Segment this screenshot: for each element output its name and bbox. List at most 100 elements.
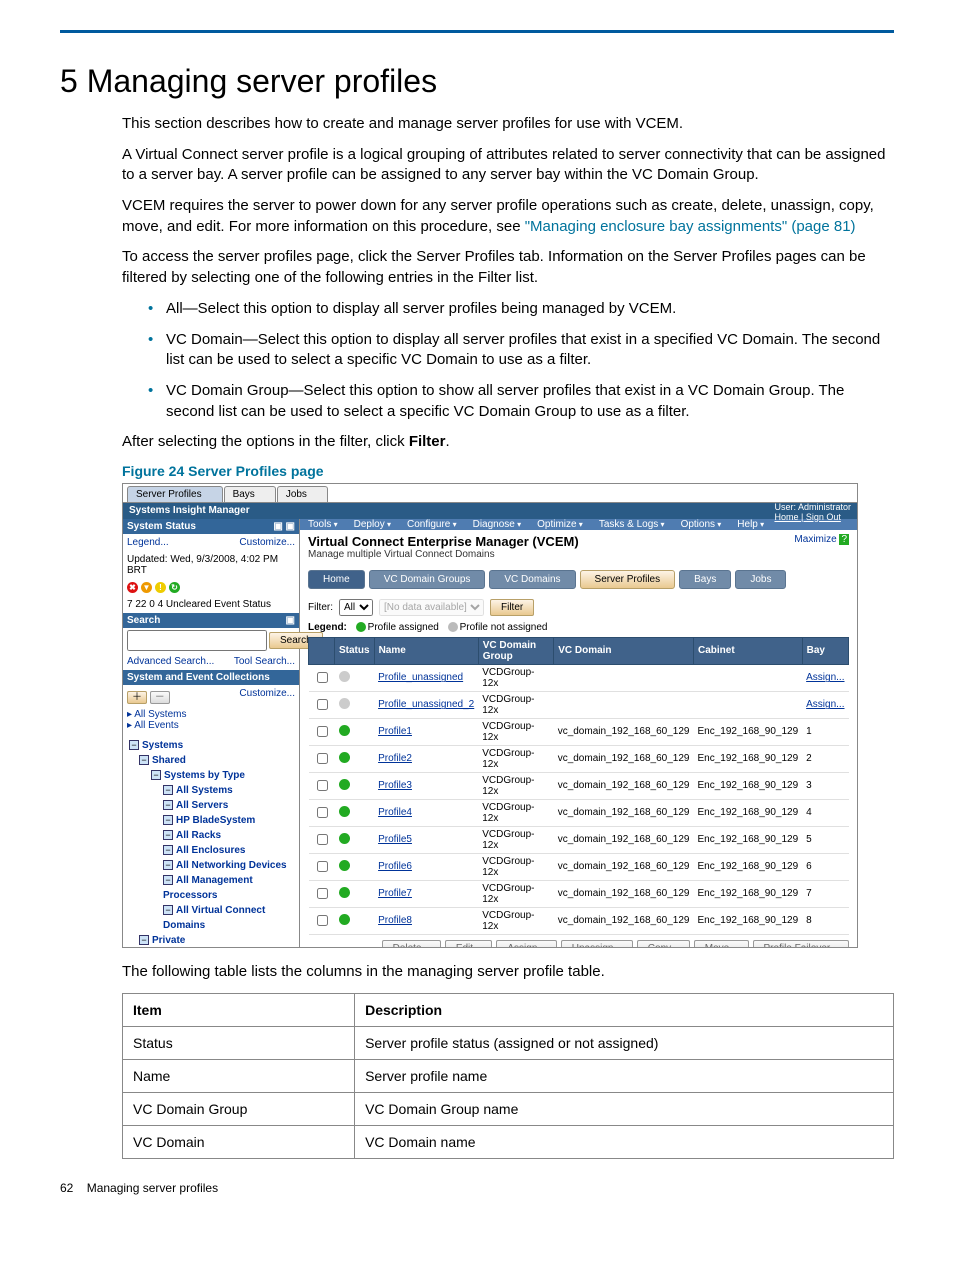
top-tab[interactable]: Bays [224,486,276,502]
filter-sub-select[interactable]: [No data available] [379,599,484,616]
row-checkbox[interactable] [317,807,328,818]
filter-button[interactable]: Filter [490,599,534,616]
grid-col[interactable]: VC Domain Group [478,637,553,664]
cell-bay: 7 [802,880,848,907]
maximize-link[interactable]: Maximize ? [794,534,849,545]
row-checkbox[interactable] [317,888,328,899]
tree-item[interactable]: −All Networking Devices [129,858,293,873]
grid-col[interactable]: VC Domain [554,637,694,664]
row-checkbox[interactable] [317,672,328,683]
status-icon [339,725,350,736]
row-checkbox[interactable] [317,780,328,791]
tree-item[interactable]: −HP BladeSystem [129,813,293,828]
grid-col[interactable]: Bay [802,637,848,664]
tree-item[interactable]: −All Servers [129,798,293,813]
row-checkbox[interactable] [317,726,328,737]
search-title: Search [127,615,160,626]
profile-name-link[interactable]: Profile_unassigned_2 [378,699,474,710]
grid-col[interactable]: Name [374,637,478,664]
tree-item[interactable]: −All Enclosures [129,843,293,858]
legend-link[interactable]: Legend... [127,537,169,548]
menu-item[interactable]: Help [729,519,772,530]
all-events-link[interactable]: ▸ All Events [127,720,179,731]
cell-group: VCDGroup-12x [478,880,553,907]
assign-link[interactable]: Assign... [806,699,844,710]
profile-name-link[interactable]: Profile2 [378,753,412,764]
action-button[interactable]: Edit... [445,940,493,948]
bullet-vcdomaingroup: VC Domain Group—Select this option to sh… [148,381,894,422]
grid-col[interactable]: Cabinet [693,637,802,664]
tree-item[interactable]: −All Racks [129,828,293,843]
row-checkbox[interactable] [317,753,328,764]
row-checkbox[interactable] [317,861,328,872]
action-button[interactable]: Assign... [496,940,556,948]
profile-name-link[interactable]: Profile6 [378,861,412,872]
table-row: Profile6VCDGroup-12xvc_domain_192_168_60… [309,853,849,880]
profile-name-link[interactable]: Profile3 [378,780,412,791]
cell-cabinet: Enc_192_168_90_129 [693,745,802,772]
subnav-tab[interactable]: VC Domain Groups [369,570,486,589]
row-checkbox[interactable] [317,699,328,710]
tree-item[interactable]: −All Systems [129,783,293,798]
tree-item[interactable]: −Systems [129,738,293,753]
grid-col[interactable]: Status [335,637,375,664]
cell-domain: vc_domain_192_168_60_129 [554,880,694,907]
menu-item[interactable]: Options [673,519,730,530]
cell-bay: 1 [802,718,848,745]
tree-item[interactable]: −Private [129,933,293,948]
top-tab[interactable]: Server Profiles [127,486,223,502]
minor-icon[interactable]: ! [155,582,166,593]
profile-name-link[interactable]: Profile_unassigned [378,672,463,683]
menu-item[interactable]: Deploy [346,519,399,530]
tree-item[interactable]: −All Management Processors [129,873,293,903]
collections-customize-link[interactable]: Customize... [239,688,295,703]
subnav-tab[interactable]: Bays [679,570,731,589]
top-tab[interactable]: Jobs [277,486,328,502]
subnav-tab[interactable]: Server Profiles [580,570,676,589]
col-item: Item [123,993,355,1026]
major-icon[interactable]: ▼ [141,582,152,593]
cell-cabinet: Enc_192_168_90_129 [693,799,802,826]
menu-item[interactable]: Tools [300,519,346,530]
action-button[interactable]: Profile Failover... [753,940,849,948]
tree-item[interactable]: −Shared [129,753,293,768]
profile-name-link[interactable]: Profile5 [378,834,412,845]
row-checkbox[interactable] [317,834,328,845]
profile-name-link[interactable]: Profile8 [378,915,412,926]
menu-item[interactable]: Optimize [529,519,591,530]
home-signout[interactable]: Home | Sign Out [774,513,851,523]
grid-col[interactable] [309,637,335,664]
assign-link[interactable]: Assign... [806,672,844,683]
link-managing-enclosure[interactable]: "Managing enclosure bay assignments" (pa… [525,218,856,235]
profile-name-link[interactable]: Profile4 [378,807,412,818]
tool-search-link[interactable]: Tool Search... [234,656,295,667]
menu-item[interactable]: Tasks & Logs [591,519,673,530]
status-icon [339,860,350,871]
menu-item[interactable]: Configure [399,519,465,530]
table-row: Profile3VCDGroup-12xvc_domain_192_168_60… [309,772,849,799]
menu-item[interactable]: Diagnose [465,519,530,530]
cell-cabinet: Enc_192_168_90_129 [693,826,802,853]
advanced-search-link[interactable]: Advanced Search... [127,656,214,667]
action-button[interactable]: Delete... [382,940,441,948]
normal-icon[interactable]: ↻ [169,582,180,593]
tree-item[interactable]: −All Virtual Connect Domains [129,903,293,933]
subnav-tab[interactable]: VC Domains [489,570,575,589]
action-button[interactable]: Unassign... [561,940,633,948]
action-button[interactable]: Move... [694,940,749,948]
columns-table: Item Description StatusServer profile st… [122,993,894,1159]
row-checkbox[interactable] [317,915,328,926]
profile-name-link[interactable]: Profile1 [378,726,412,737]
filter-select[interactable]: All [339,599,373,616]
all-systems-link[interactable]: ▸ All Systems [127,709,186,720]
search-input[interactable] [127,630,267,651]
action-button[interactable]: Copy... [637,940,690,948]
critical-icon[interactable]: ✖ [127,582,138,593]
customize-link[interactable]: Customize... [239,537,295,548]
cell-domain: vc_domain_192_168_60_129 [554,826,694,853]
profile-name-link[interactable]: Profile7 [378,888,412,899]
subnav-tab[interactable]: Home [308,570,365,589]
cell-domain: vc_domain_192_168_60_129 [554,907,694,934]
tree-item[interactable]: −Systems by Type [129,768,293,783]
subnav-tab[interactable]: Jobs [735,570,786,589]
